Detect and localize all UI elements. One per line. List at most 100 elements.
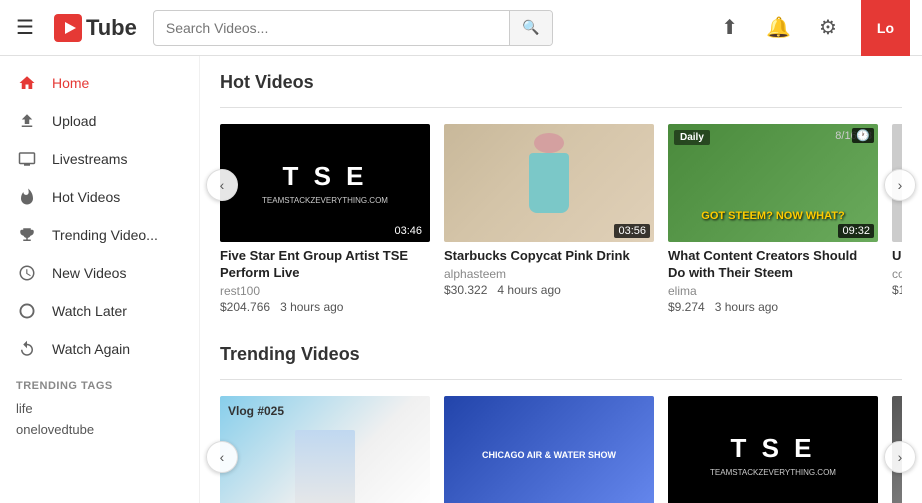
video-time-v1: 3 hours ago: [280, 300, 343, 314]
clock-badge-v3: 🕐: [852, 128, 874, 143]
chicago-text: CHICAGO AIR & WATER SHOW: [482, 450, 616, 460]
watch-again-icon: [16, 340, 38, 358]
settings-button[interactable]: ⚙: [815, 11, 841, 44]
upload-button[interactable]: ⬆: [717, 11, 742, 44]
video-title-v1: Five Star Ent Group Artist TSE Perform L…: [220, 248, 430, 282]
video-card-v2[interactable]: 03:56 Starbucks Copycat Pink Drink alpha…: [444, 124, 654, 320]
video-card-v3[interactable]: Daily 8/16/18 GOT STEEM? NOW WHAT? 09:32…: [668, 124, 878, 320]
sidebar-label-hot-videos: Hot Videos: [52, 189, 120, 205]
search-button[interactable]: 🔍: [509, 11, 551, 45]
video-title-v3: What Content Creators Should Do with The…: [668, 248, 878, 282]
video-channel-v3: elima: [668, 284, 878, 298]
upload-icon: [16, 112, 38, 130]
logo[interactable]: Tube: [54, 14, 137, 42]
trending-icon: [16, 226, 38, 244]
home-icon: [16, 74, 38, 92]
video-value-v4: $15.: [892, 283, 902, 297]
sidebar-label-home: Home: [52, 75, 89, 91]
trending-divider: [220, 379, 902, 380]
video-time-v3: 3 hours ago: [715, 300, 778, 314]
tse2-label: T S E: [730, 433, 815, 464]
search-bar: 🔍: [153, 10, 553, 46]
hot-videos-row-wrapper: ‹ T S E TEAMSTACKZEVERYTHING.COM 03:46 F…: [220, 124, 902, 320]
watch-later-icon: [16, 302, 38, 320]
notification-button[interactable]: 🔔: [762, 11, 795, 44]
sidebar-item-watch-later[interactable]: Watch Later: [0, 292, 199, 330]
hot-videos-title: Hot Videos: [220, 72, 902, 93]
video-value-v1: $204.766: [220, 300, 270, 314]
sidebar-label-watch-later: Watch Later: [52, 303, 127, 319]
header: ☰ Tube 🔍 ⬆ 🔔 ⚙ Lo: [0, 0, 922, 56]
video-card-v4[interactable]: Un... co... $15.: [892, 124, 902, 320]
content-area: Hot Videos ‹ T S E TEAMSTACKZEVERYTHING.…: [200, 56, 922, 503]
main-layout: Home Upload Livestreams Hot Videos Trend…: [0, 56, 922, 503]
video-info-v1: Five Star Ent Group Artist TSE Perform L…: [220, 242, 430, 320]
duration-v1: 03:46: [390, 224, 426, 238]
sidebar-label-trending: Trending Video...: [52, 227, 158, 243]
sidebar-item-new-videos[interactable]: New Videos: [0, 254, 199, 292]
sidebar-label-upload: Upload: [52, 113, 96, 129]
video-thumbnail-v3: Daily 8/16/18 GOT STEEM? NOW WHAT? 09:32…: [668, 124, 878, 242]
trending-videos-row: Vlog #025 CHICAGO AIR & WATER SHOW T: [220, 396, 902, 503]
video-channel-v2: alphasteem: [444, 267, 654, 281]
sidebar-item-trending-videos[interactable]: Trending Video...: [0, 216, 199, 254]
new-videos-icon: [16, 264, 38, 282]
trending-videos-title: Trending Videos: [220, 344, 902, 365]
video-channel-v4: co...: [892, 267, 902, 281]
duration-v2: 03:56: [614, 224, 650, 238]
sidebar-label-livestreams: Livestreams: [52, 151, 127, 167]
login-button[interactable]: Lo: [861, 0, 910, 56]
trending-prev-button[interactable]: ‹: [206, 441, 238, 473]
hot-videos-row: T S E TEAMSTACKZEVERYTHING.COM 03:46 Fiv…: [220, 124, 902, 320]
tag-onelovedtube[interactable]: onelovedtube: [0, 419, 199, 440]
trending-card-t1[interactable]: Vlog #025: [220, 396, 430, 503]
hot-videos-prev-button[interactable]: ‹: [206, 169, 238, 201]
video-card-v1[interactable]: T S E TEAMSTACKZEVERYTHING.COM 03:46 Fiv…: [220, 124, 430, 320]
trending-thumb-t2: CHICAGO AIR & WATER SHOW: [444, 396, 654, 503]
sidebar-item-livestreams[interactable]: Livestreams: [0, 140, 199, 178]
video-thumbnail-v1: T S E TEAMSTACKZEVERYTHING.COM 03:46: [220, 124, 430, 242]
hot-videos-next-button[interactable]: ›: [884, 169, 916, 201]
tse-url-v1: TEAMSTACKZEVERYTHING.COM: [262, 196, 388, 205]
duration-v3: 09:32: [838, 224, 874, 238]
hot-videos-icon: [16, 188, 38, 206]
sidebar: Home Upload Livestreams Hot Videos Trend…: [0, 56, 200, 503]
tse-label-v1: T S E: [282, 161, 367, 192]
sidebar-item-upload[interactable]: Upload: [0, 102, 199, 140]
hot-videos-divider: [220, 107, 902, 108]
trending-card-t2[interactable]: CHICAGO AIR & WATER SHOW: [444, 396, 654, 503]
logo-text: Tube: [86, 15, 137, 41]
search-input[interactable]: [154, 20, 510, 36]
video-value-v2: $30.322: [444, 283, 487, 297]
trending-videos-row-wrapper: ‹ Vlog #025 CHICAGO AIR & WATER SHOW: [220, 396, 902, 503]
sidebar-label-watch-again: Watch Again: [52, 341, 130, 357]
sidebar-item-watch-again[interactable]: Watch Again: [0, 330, 199, 368]
sidebar-item-home[interactable]: Home: [0, 64, 199, 102]
tag-life[interactable]: life: [0, 398, 199, 419]
video-info-v3: What Content Creators Should Do with The…: [668, 242, 878, 320]
trending-thumb-t1: Vlog #025: [220, 396, 430, 503]
trending-thumb-t3: T S E TEAMSTACKZEVERYTHING.COM: [668, 396, 878, 503]
video-meta-v4: $15.: [892, 283, 902, 297]
video-title-v2: Starbucks Copycat Pink Drink: [444, 248, 654, 265]
video-meta-v2: $30.322 4 hours ago: [444, 283, 654, 297]
trending-next-button[interactable]: ›: [884, 441, 916, 473]
video-meta-v3: $9.274 3 hours ago: [668, 300, 878, 314]
video-info-v2: Starbucks Copycat Pink Drink alphasteem …: [444, 242, 654, 303]
vlog-label: Vlog #025: [228, 404, 284, 418]
video-value-v3: $9.274: [668, 300, 705, 314]
daily-badge: Daily: [674, 130, 710, 145]
hamburger-button[interactable]: ☰: [12, 11, 38, 44]
livestreams-icon: [16, 150, 38, 168]
logo-icon: [54, 14, 82, 42]
tse2-url: TEAMSTACKZEVERYTHING.COM: [710, 468, 836, 477]
got-steem-text: GOT STEEM? NOW WHAT?: [668, 210, 878, 222]
sidebar-item-hot-videos[interactable]: Hot Videos: [0, 178, 199, 216]
video-time-v2: 4 hours ago: [497, 283, 560, 297]
video-channel-v1: rest100: [220, 284, 430, 298]
hot-videos-section: Hot Videos ‹ T S E TEAMSTACKZEVERYTHING.…: [220, 72, 902, 320]
video-info-v4: Un... co... $15.: [892, 242, 902, 303]
vlog-person: [295, 430, 355, 503]
video-meta-v1: $204.766 3 hours ago: [220, 300, 430, 314]
trending-card-t3[interactable]: T S E TEAMSTACKZEVERYTHING.COM: [668, 396, 878, 503]
